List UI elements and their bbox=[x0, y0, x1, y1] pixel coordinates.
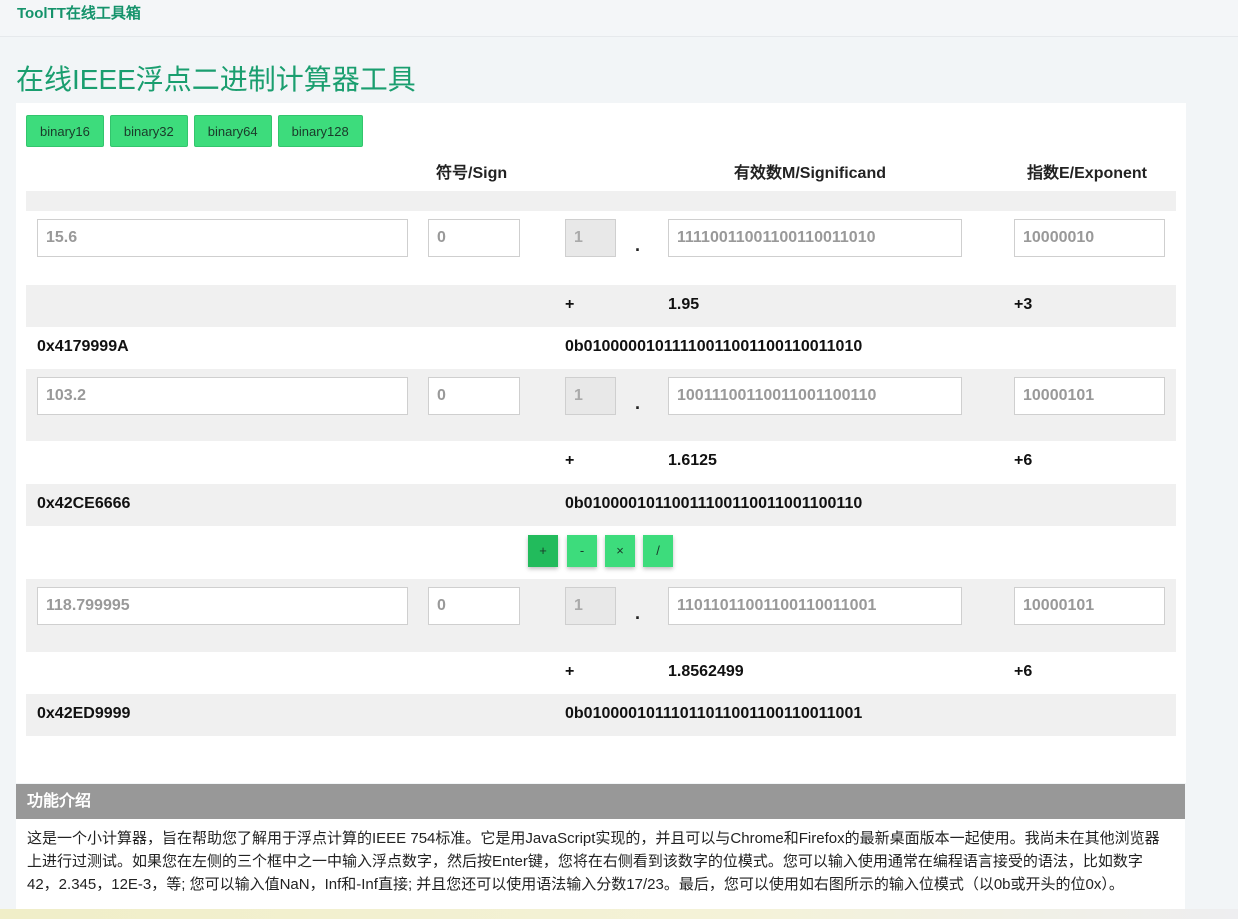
top-bar: ToolTT在线工具箱 bbox=[0, 0, 1238, 37]
bottom-edge bbox=[0, 909, 1238, 919]
operand2-exponent-value: +6 bbox=[1014, 452, 1033, 469]
divide-operator-button[interactable]: / bbox=[643, 535, 673, 567]
operand1-sign-value: + bbox=[565, 296, 575, 313]
operand2-exponent-input[interactable]: 10000101 bbox=[1014, 377, 1165, 415]
calculator-card: binary16 binary32 binary64 binary128 符号/… bbox=[16, 103, 1186, 783]
spacer-row bbox=[26, 191, 1176, 211]
operand2-mantissa-input[interactable]: 10011100110011001100110 bbox=[668, 377, 962, 415]
page-title: 在线IEEE浮点二进制计算器工具 bbox=[16, 64, 416, 95]
intro-heading: 功能介绍 bbox=[16, 784, 1185, 819]
operand2-hex: 0x42CE6666 bbox=[37, 495, 131, 512]
operand1-exponent-value: +3 bbox=[1014, 296, 1033, 313]
operand2-significand-value: 1.6125 bbox=[668, 452, 717, 469]
result-sign-input[interactable]: 0 bbox=[428, 587, 520, 625]
result-exponent-input[interactable]: 10000101 bbox=[1014, 587, 1165, 625]
result-encoding-row: 0x42ED9999 0b010000101110110110011001100… bbox=[26, 694, 1176, 736]
result-mantissa-input[interactable]: 11011011001100110011001 bbox=[668, 587, 962, 625]
exponent-column-header: 指数E/Exponent bbox=[1027, 165, 1148, 182]
brand-logo-text[interactable]: ToolTT在线工具箱 bbox=[17, 2, 141, 23]
header-row: 符号/Sign 有效数M/Significand 指数E/Exponent bbox=[26, 149, 1176, 191]
tab-binary64[interactable]: binary64 bbox=[193, 115, 272, 147]
operand1-hidden-bit: 1 bbox=[565, 219, 616, 257]
operand1-hex: 0x4179999A bbox=[37, 338, 129, 355]
operand2-hidden-bit: 1 bbox=[565, 377, 616, 415]
intro-text: 这是一个小计算器，旨在帮助您了解用于浮点计算的IEEE 754标准。它是用Jav… bbox=[16, 819, 1185, 919]
result-decimal-input[interactable]: 118.799995 bbox=[37, 587, 408, 625]
operand2-sign-value: + bbox=[565, 452, 575, 469]
operand2-decimal-input[interactable]: 103.2 bbox=[37, 377, 408, 415]
operand1-mantissa-input[interactable]: 11110011001100110011010 bbox=[668, 219, 962, 257]
binary-point: . bbox=[635, 603, 641, 623]
sign-column-header: 符号/Sign bbox=[436, 165, 508, 182]
result-exponent-value: +6 bbox=[1014, 663, 1033, 680]
binary-point: . bbox=[635, 235, 641, 255]
result-significand-value: 1.8562499 bbox=[668, 663, 744, 680]
tab-binary128[interactable]: binary128 bbox=[277, 115, 363, 147]
format-tabs: binary16 binary32 binary64 binary128 bbox=[26, 115, 363, 147]
operand1-value-row: + 1.95 +3 bbox=[26, 285, 1176, 327]
operand2-input-row: 103.2 0 1 . 10011100110011001100110 1000… bbox=[26, 369, 1176, 441]
result-hidden-bit: 1 bbox=[565, 587, 616, 625]
tab-binary32[interactable]: binary32 bbox=[109, 115, 188, 147]
result-hex: 0x42ED9999 bbox=[37, 705, 131, 722]
result-value-row: + 1.8562499 +6 bbox=[26, 652, 1176, 694]
result-binary: 0b01000010111011011001100110011001 bbox=[565, 705, 863, 722]
tab-binary16[interactable]: binary16 bbox=[26, 115, 104, 147]
subtract-operator-button[interactable]: - bbox=[567, 535, 597, 567]
operand1-sign-input[interactable]: 0 bbox=[428, 219, 520, 257]
operand1-decimal-input[interactable]: 15.6 bbox=[37, 219, 408, 257]
operator-row: + - × / bbox=[26, 526, 1176, 579]
operand2-encoding-row: 0x42CE6666 0b010000101100111001100110011… bbox=[26, 484, 1176, 526]
add-operator-button[interactable]: + bbox=[528, 535, 558, 567]
binary-point: . bbox=[635, 393, 641, 413]
operand1-input-row: 15.6 0 1 . 11110011001100110011010 10000… bbox=[26, 211, 1176, 285]
operand2-value-row: + 1.6125 +6 bbox=[26, 441, 1176, 484]
multiply-operator-button[interactable]: × bbox=[605, 535, 635, 567]
operand2-sign-input[interactable]: 0 bbox=[428, 377, 520, 415]
significand-column-header: 有效数M/Significand bbox=[734, 165, 887, 182]
result-sign-value: + bbox=[565, 663, 575, 680]
operand1-exponent-input[interactable]: 10000010 bbox=[1014, 219, 1165, 257]
operand1-encoding-row: 0x4179999A 0b010000010111100110011001100… bbox=[26, 327, 1176, 369]
operand1-binary: 0b01000001011110011001100110011010 bbox=[565, 338, 863, 355]
operand1-significand-value: 1.95 bbox=[668, 296, 700, 313]
operand2-binary: 0b01000010110011100110011001100110 bbox=[565, 495, 863, 512]
result-input-row: 118.799995 0 1 . 11011011001100110011001… bbox=[26, 579, 1176, 652]
